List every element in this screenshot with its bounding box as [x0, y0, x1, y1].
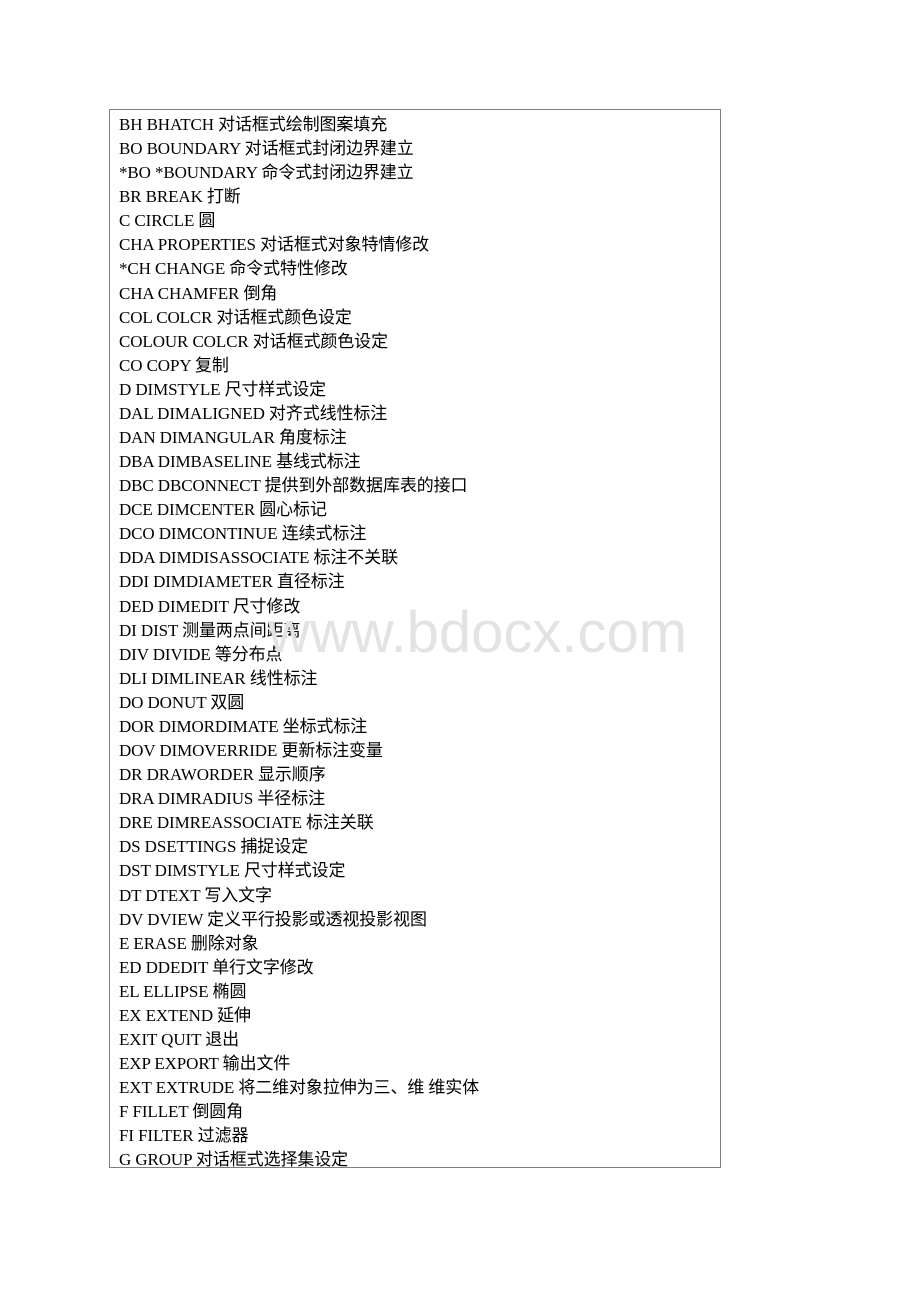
table-row: DT DTEXT 写入文字 [119, 885, 272, 905]
table-row: CHA PROPERTIES 对话框式对象特情修改 [119, 235, 430, 255]
table-row: DDI DIMDIAMETER 直径标注 [119, 572, 345, 592]
command-list: BH BHATCH 对话框式绘制图案填充 BO BOUNDARY 对话框式封闭边界… [119, 113, 716, 1172]
table-row: DOV DIMOVERRIDE 更新标注变量 [119, 741, 383, 761]
table-row: DCE DIMCENTER 圆心标记 [119, 500, 327, 520]
table-row: EL ELLIPSE 椭圆 [119, 981, 247, 1001]
table-row: FI FILTER 过滤器 [119, 1126, 249, 1146]
table-row: G GROUP 对话框式选择集设定 [119, 1150, 349, 1170]
table-row: *BO *BOUNDARY 命令式封闭边界建立 [119, 163, 414, 183]
table-row: DI DIST 测量两点间距离 [119, 620, 301, 640]
table-row: DCO DIMCONTINUE 连续式标注 [119, 524, 367, 544]
table-row: CO COPY 复制 [119, 355, 229, 375]
table-row: DED DIMEDIT 尺寸修改 [119, 596, 301, 616]
table-row: DRA DIMRADIUS 半径标注 [119, 789, 325, 809]
table-row: BO BOUNDARY 对话框式封闭边界建立 [119, 139, 414, 159]
table-row: DR DRAWORDER 显示顺序 [119, 765, 326, 785]
table-row: C CIRCLE 圆 [119, 211, 216, 231]
table-row: EXT EXTRUDE 将二维对象拉伸为三、维 维实体 [119, 1078, 480, 1098]
table-row: DAN DIMANGULAR 角度标注 [119, 428, 347, 448]
table-row: EX EXTEND 延伸 [119, 1005, 251, 1025]
table-row: DLI DIMLINEAR 线性标注 [119, 668, 318, 688]
table-row: BR BREAK 打断 [119, 187, 241, 207]
table-row: DIV DIVIDE 等分布点 [119, 644, 283, 664]
table-row: DV DVIEW 定义平行投影或透视投影视图 [119, 909, 427, 929]
table-row: DST DIMSTYLE 尺寸样式设定 [119, 861, 346, 881]
table-row: DOR DIMORDIMATE 坐标式标注 [119, 716, 368, 736]
table-row: CHA CHAMFER 倒角 [119, 283, 278, 303]
table-row: ED DDEDIT 单行文字修改 [119, 957, 314, 977]
table-row: DAL DIMALIGNED 对齐式线性标注 [119, 403, 388, 423]
table-row: E ERASE 删除对象 [119, 933, 259, 953]
table-row: D DIMSTYLE 尺寸样式设定 [119, 379, 327, 399]
command-table: BH BHATCH 对话框式绘制图案填充 BO BOUNDARY 对话框式封闭边界… [109, 109, 721, 1169]
table-row: DBC DBCONNECT 提供到外部数据库表的接口 [119, 476, 468, 496]
table-row: DS DSETTINGS 捕捉设定 [119, 837, 309, 857]
table-row: DDA DIMDISASSOCIATE 标注不关联 [119, 548, 398, 568]
table-row: COLOUR COLCR 对话框式颜色设定 [119, 331, 388, 351]
table-row: DBA DIMBASELINE 基线式标注 [119, 452, 361, 472]
table-row: DO DONUT 双圆 [119, 692, 245, 712]
table-row: F FILLET 倒圆角 [119, 1102, 244, 1122]
table-row: COL COLCR 对话框式颜色设定 [119, 307, 352, 327]
table-row: EXP EXPORT 输出文件 [119, 1054, 291, 1074]
table-row: DRE DIMREASSOCIATE 标注关联 [119, 813, 374, 833]
table-row: *CH CHANGE 命令式特性修改 [119, 259, 348, 279]
table-row: BH BHATCH 对话框式绘制图案填充 [119, 115, 388, 134]
table-row: EXIT QUIT 退出 [119, 1029, 239, 1049]
